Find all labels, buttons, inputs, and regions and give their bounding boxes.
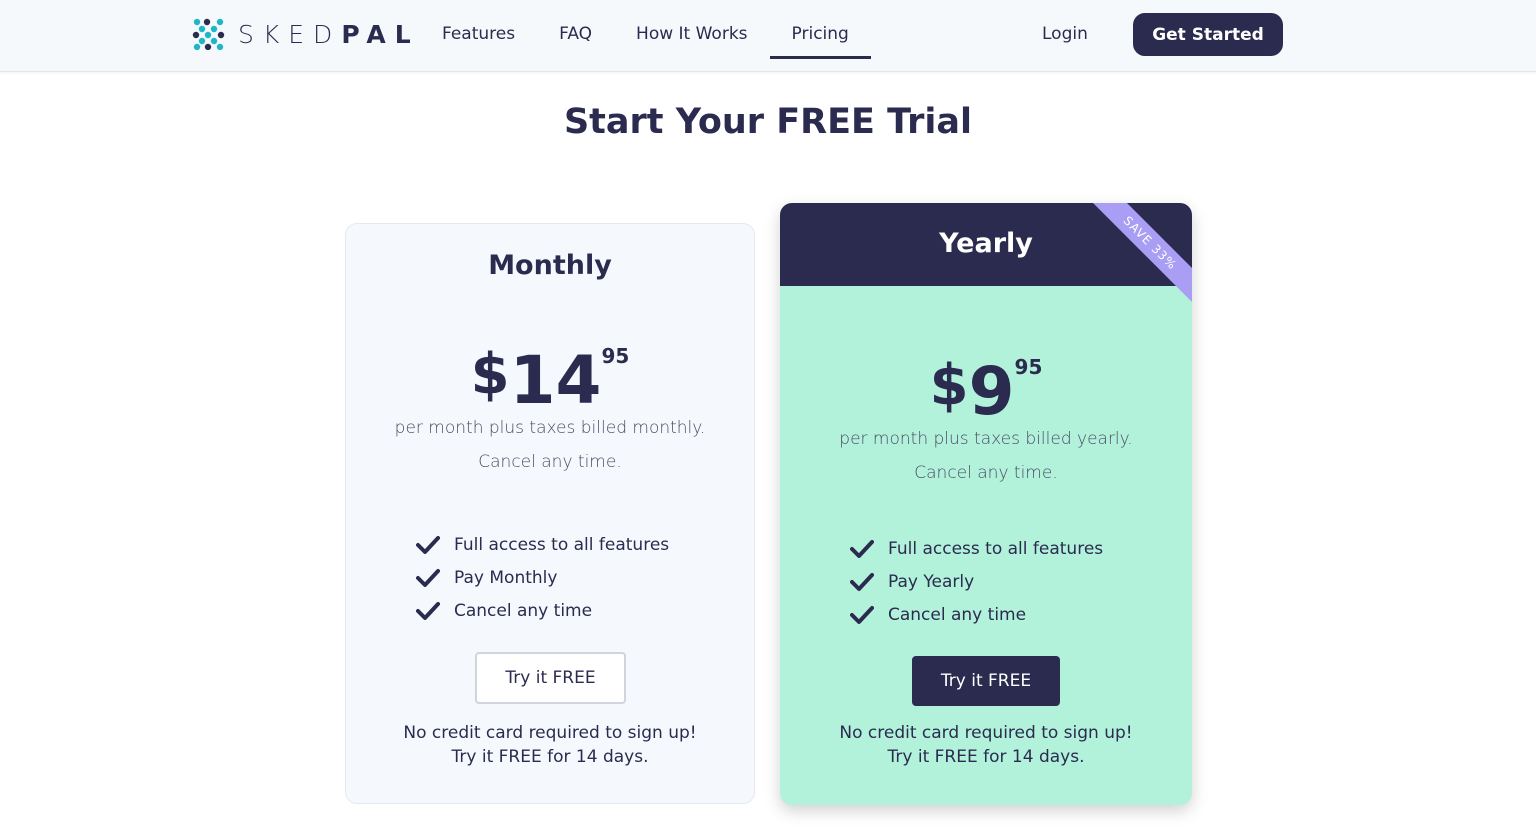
price-cents: 95 bbox=[601, 344, 630, 368]
note-line-1: No credit card required to sign up! bbox=[839, 723, 1133, 743]
price-amount: 14 bbox=[509, 342, 602, 419]
feature-item: Cancel any time bbox=[850, 598, 1192, 631]
feature-label: Cancel any time bbox=[454, 600, 593, 621]
page-title-emphasis: FREE Trial bbox=[776, 102, 973, 142]
plan-name: Monthly bbox=[488, 250, 612, 281]
feature-list: Full access to all features Pay Yearly C… bbox=[780, 532, 1192, 631]
checkmark-icon bbox=[416, 535, 440, 554]
feature-label: Full access to all features bbox=[888, 538, 1104, 559]
skedpal-logo-icon bbox=[192, 18, 225, 50]
feature-label: Full access to all features bbox=[454, 534, 670, 555]
price-amount: 9 bbox=[968, 353, 1015, 430]
checkmark-icon bbox=[850, 572, 874, 591]
signup-note: No credit card required to sign up! Try … bbox=[780, 721, 1192, 769]
brand-logo[interactable]: SKEDPAL bbox=[192, 18, 420, 50]
page-title: Start Your FREE Trial bbox=[0, 102, 1536, 142]
plan-price: $1495 bbox=[346, 342, 754, 419]
page-title-prefix: Start Your bbox=[563, 102, 777, 142]
feature-list: Full access to all features Pay Monthly … bbox=[346, 528, 754, 627]
checkmark-icon bbox=[416, 601, 440, 620]
nav-pricing[interactable]: Pricing bbox=[769, 0, 872, 72]
yearly-plan-card: Yearly SAVE 33% $995 per month plus taxe… bbox=[780, 203, 1192, 805]
brand-name-light: SKED bbox=[238, 19, 342, 49]
nav-faq[interactable]: FAQ bbox=[537, 0, 614, 72]
monthly-plan-card: Monthly $1495 per month plus taxes bille… bbox=[345, 223, 755, 804]
note-line-1: No credit card required to sign up! bbox=[403, 723, 697, 743]
price-currency: $ bbox=[470, 342, 510, 407]
billing-text: per month plus taxes billed monthly. bbox=[394, 418, 706, 438]
feature-item: Full access to all features bbox=[850, 532, 1192, 565]
login-link[interactable]: Login bbox=[1020, 0, 1110, 72]
signup-note: No credit card required to sign up! Try … bbox=[346, 721, 754, 769]
feature-item: Pay Yearly bbox=[850, 565, 1192, 598]
get-started-button[interactable]: Get Started bbox=[1133, 13, 1283, 56]
site-header: SKEDPAL Features FAQ How It Works Pricin… bbox=[0, 0, 1536, 72]
feature-item: Full access to all features bbox=[416, 528, 754, 561]
price-currency: $ bbox=[929, 353, 969, 418]
plan-price: $995 bbox=[780, 353, 1192, 430]
nav-how-it-works[interactable]: How It Works bbox=[614, 0, 769, 72]
try-free-yearly-button[interactable]: Try it FREE bbox=[912, 656, 1060, 706]
checkmark-icon bbox=[850, 539, 874, 558]
feature-label: Pay Monthly bbox=[454, 567, 558, 588]
brand-name-bold: PAL bbox=[341, 19, 420, 49]
feature-label: Pay Yearly bbox=[888, 571, 975, 592]
checkmark-icon bbox=[416, 568, 440, 587]
cancel-text: Cancel any time. bbox=[478, 452, 622, 472]
feature-label: Cancel any time bbox=[888, 604, 1027, 625]
nav-features[interactable]: Features bbox=[420, 0, 537, 72]
checkmark-icon bbox=[850, 605, 874, 624]
feature-item: Cancel any time bbox=[416, 594, 754, 627]
main-nav: Features FAQ How It Works Pricing bbox=[420, 0, 872, 72]
try-free-monthly-button[interactable]: Try it FREE bbox=[475, 652, 626, 704]
cancel-text: Cancel any time. bbox=[914, 463, 1058, 483]
billing-text: per month plus taxes billed yearly. bbox=[839, 429, 1133, 449]
billing-terms: per month plus taxes billed yearly. Canc… bbox=[780, 422, 1192, 490]
note-line-2: Try it FREE for 14 days. bbox=[887, 747, 1085, 767]
brand-name: SKEDPAL bbox=[238, 20, 420, 49]
feature-item: Pay Monthly bbox=[416, 561, 754, 594]
note-line-2: Try it FREE for 14 days. bbox=[451, 747, 649, 767]
price-cents: 95 bbox=[1014, 355, 1043, 379]
billing-terms: per month plus taxes billed monthly. Can… bbox=[346, 411, 754, 479]
